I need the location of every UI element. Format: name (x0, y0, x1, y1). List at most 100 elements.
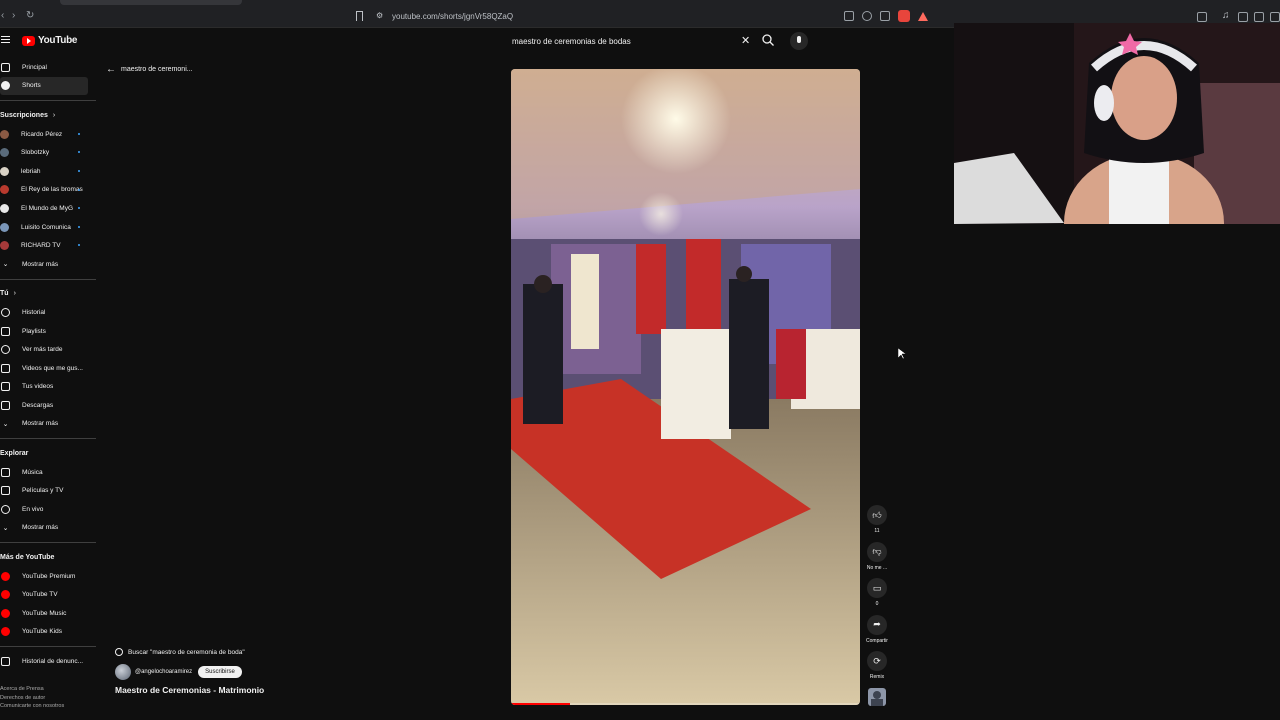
comment-icon[interactable]: ▭ (867, 578, 887, 598)
sidebar-item-videos-que-me-gus[interactable]: Videos que me gus... (0, 359, 96, 378)
sidebar-item-historial[interactable]: Historial (0, 303, 96, 322)
subscribe-button[interactable]: Suscribirse (198, 666, 242, 678)
video-title[interactable]: Maestro de Ceremonias - Matrimonio (115, 685, 264, 695)
remix-icon[interactable]: ⟳ (867, 651, 887, 671)
site-info-icon[interactable]: ⚙ (376, 11, 383, 20)
footer-link[interactable]: Derechos de autor (0, 694, 64, 703)
show-more-explore[interactable]: ⌄ Mostrar más (0, 519, 96, 538)
subscriptions-heading[interactable]: Suscripciones › (0, 106, 96, 125)
share-icon[interactable]: ➦ (867, 614, 887, 635)
sidebar-item-descargas[interactable]: Descargas (0, 396, 96, 415)
thumbs-up-icon[interactable]: 👍︎ (867, 505, 887, 525)
sound-thumbnail[interactable] (868, 687, 886, 706)
channel-handle[interactable]: @angelochoaramirez (135, 669, 192, 675)
brave-shield-icon[interactable] (898, 10, 910, 22)
live-icon (1, 504, 10, 514)
video-progress-bar[interactable] (511, 703, 860, 705)
menu-icon[interactable] (1270, 12, 1280, 22)
url-text: youtube.com/shorts/jgnVr58QZaQ (392, 12, 514, 21)
remix-label: Remix (869, 674, 885, 680)
sidebar-item-principal[interactable]: Principal (0, 58, 96, 77)
search-input[interactable]: maestro de ceremonias de bodas ✕ (505, 31, 755, 51)
avatar (0, 241, 9, 251)
clear-search-icon[interactable]: ✕ (741, 34, 750, 47)
share-page-icon[interactable] (880, 11, 890, 21)
sidebar-item-label: El Rey de las bromas (21, 186, 83, 194)
back-arrow-icon[interactable]: ‹ (1, 10, 4, 21)
footer-link[interactable]: Acerca de Prensa (0, 685, 64, 694)
show-more-subscriptions[interactable]: ⌄ Mostrar más (0, 255, 96, 274)
sidebar-toggle-icon[interactable] (1238, 12, 1248, 22)
extensions-icon[interactable] (1197, 12, 1207, 22)
sidebar-item-playlists[interactable]: Playlists (0, 322, 96, 341)
browser-tab[interactable] (60, 0, 242, 5)
sidebar-item-label: Historial de denunc... (22, 658, 84, 666)
wallet-icon[interactable] (1254, 12, 1264, 22)
new-content-dot (78, 188, 80, 191)
youtube-logo[interactable]: YouTube (22, 35, 78, 46)
youtube-play-icon (22, 35, 35, 46)
sidebar-item-luisito-comunica[interactable]: Luisito Comunica (0, 218, 96, 237)
shorts-video-player[interactable] (511, 69, 860, 705)
progress-fill (511, 703, 571, 705)
divider (0, 278, 96, 280)
sidebar-item-youtube-premium[interactable]: YouTube Premium (0, 567, 96, 586)
sidebar-item-música[interactable]: Música (0, 463, 96, 482)
sidebar-item-label: Ricardo Pérez (21, 130, 63, 138)
webcam-image (954, 23, 1280, 224)
zoom-icon[interactable] (862, 11, 872, 21)
sidebar-item-en-vivo[interactable]: En vivo (0, 500, 96, 519)
search-suggestion[interactable]: Buscar "maestro de ceremonia de boda" (115, 645, 245, 659)
arrow-left-icon: ← (106, 64, 116, 75)
sidebar-item-youtube-music[interactable]: YouTube Music (0, 604, 96, 623)
show-more-you[interactable]: ⌄ Mostrar más (0, 415, 96, 434)
sidebar-item-label: RICHARD TV (21, 242, 61, 250)
reload-icon[interactable]: ↻ (26, 10, 34, 21)
media-icon[interactable]: ♫ (1222, 10, 1230, 21)
playlists-icon (1, 326, 10, 336)
sidebar-item-el-rey-de-las-bromas[interactable]: El Rey de las bromas (0, 181, 96, 200)
sidebar-item-label: Mostrar más (22, 420, 59, 428)
guide-menu-icon[interactable] (1, 36, 10, 45)
sidebar-item-label: YouTube Music (22, 609, 67, 617)
address-bar[interactable]: ⚙ youtube.com/shorts/jgnVr58QZaQ (352, 9, 932, 25)
cast-icon[interactable] (844, 11, 854, 21)
search-icon (762, 34, 774, 46)
sidebar-item-películas-y-tv[interactable]: Películas y TV (0, 481, 96, 500)
search-query[interactable]: maestro de ceremonias de bodas (512, 37, 631, 46)
sidebar-item-label: YouTube TV (22, 591, 58, 599)
sidebar-item-richard-tv[interactable]: RICHARD TV (0, 236, 96, 255)
sidebar-item-shorts[interactable]: Shorts (0, 76, 88, 96)
sidebar-item-label: YouTube Premium (22, 572, 76, 580)
sidebar-item-lebriah[interactable]: lebriah (0, 162, 96, 181)
remix-action[interactable]: ⟳ Remix (864, 651, 890, 688)
voice-search-button[interactable] (790, 32, 808, 50)
sidebar-item-youtube-tv[interactable]: YouTube TV (0, 585, 96, 604)
sidebar-item-el-mundo-de-myg[interactable]: El Mundo de MyG (0, 199, 96, 218)
thumbs-down-icon[interactable]: 👎︎ (867, 541, 887, 562)
sidebar-item-ver-más-tarde[interactable]: Ver más tarde (0, 340, 96, 359)
new-content-dot (78, 151, 80, 154)
sound-thumbnail-image (868, 687, 886, 706)
forward-arrow-icon[interactable]: › (12, 10, 15, 21)
sidebar-item-ricardo-pérez[interactable]: Ricardo Pérez (0, 125, 96, 144)
sidebar-item-tus-videos[interactable]: Tus videos (0, 378, 96, 397)
divider (0, 100, 96, 102)
rewards-icon[interactable] (918, 11, 928, 21)
new-content-dot (78, 225, 80, 228)
sidebar-item-label: lebriah (21, 167, 41, 175)
search-button[interactable] (761, 33, 775, 47)
avatar[interactable] (115, 664, 131, 680)
share-action[interactable]: ➦ Compartir (864, 614, 890, 652)
youtube-play-icon (1, 590, 10, 600)
footer-link[interactable]: Comunicarte con nosotros (0, 702, 64, 711)
like-action[interactable]: 👍︎ 11 (864, 505, 890, 542)
sidebar-item-report-history[interactable]: Historial de denunc... (0, 652, 96, 671)
back-to-results[interactable]: ← maestro de ceremoni... (106, 64, 193, 75)
comments-action[interactable]: ▭ 0 (864, 578, 890, 615)
sidebar-item-slobotzky[interactable]: Slobotzky (0, 143, 96, 162)
bookmark-icon[interactable] (356, 11, 363, 21)
sidebar-item-youtube-kids[interactable]: YouTube Kids (0, 623, 96, 642)
dislike-action[interactable]: 👎︎ No me ... (864, 541, 890, 579)
you-heading[interactable]: Tú › (0, 285, 96, 304)
